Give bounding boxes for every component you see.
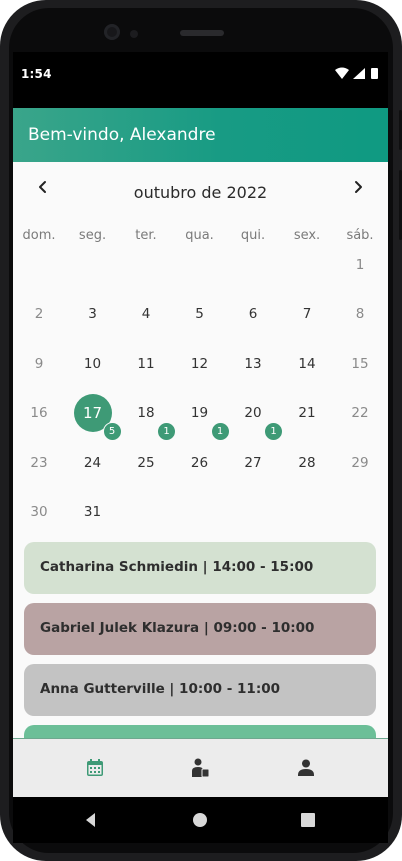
screen: 1:54 Bem-vindo, Alexandre outubro de 202… — [13, 52, 388, 797]
calendar-day[interactable]: 4 — [126, 294, 166, 334]
calendar-day[interactable]: 14 — [287, 344, 327, 384]
wifi-icon — [335, 67, 349, 79]
calendar-day[interactable]: 31 — [73, 492, 113, 532]
appointment-count-badge: 1 — [210, 422, 230, 441]
calendar-day[interactable]: 16 — [19, 393, 59, 433]
bottom-navigation — [13, 738, 388, 797]
appointment-card[interactable]: Catharina Schmiedin | 14:00 - 15:00 — [24, 542, 376, 594]
status-time: 1:54 — [21, 67, 52, 81]
cellular-signal-icon — [353, 68, 365, 79]
appointment-label: Catharina Schmiedin | 14:00 - 15:00 — [40, 559, 314, 575]
appointment-card[interactable]: Gabriel Julek Klazura | 09:00 - 10:00 — [24, 603, 376, 655]
calendar-day[interactable]: 29 — [340, 443, 380, 483]
main-content: outubro de 2022 dom. seg. ter. qua. qui.… — [13, 162, 388, 738]
weekday-label: sáb. — [346, 228, 374, 243]
appointment-label: Gabriel Julek Klazura | 09:00 - 10:00 — [40, 620, 315, 636]
appointment-card[interactable] — [24, 725, 376, 738]
calendar-day[interactable]: 10 — [73, 344, 113, 384]
appointment-card[interactable]: Anna Gutterville | 10:00 - 11:00 — [24, 664, 376, 716]
calendar-day[interactable]: 26 — [180, 443, 220, 483]
calendar-header: outubro de 2022 — [13, 162, 388, 210]
proximity-sensor — [130, 30, 138, 38]
weekday-label: dom. — [22, 228, 56, 243]
appointment-count-badge: 1 — [264, 422, 283, 441]
calendar-day[interactable]: 1 — [340, 245, 380, 285]
calendar-day[interactable]: 3 — [73, 294, 113, 334]
calendar-day[interactable]: 21 — [287, 393, 327, 433]
calendar-day[interactable]: 28 — [287, 443, 327, 483]
earpiece-speaker — [180, 30, 224, 36]
system-navigation-bar — [13, 797, 388, 843]
calendar-day[interactable]: 15 — [340, 344, 380, 384]
person-icon — [298, 759, 314, 776]
appointment-count-badge: 1 — [157, 422, 176, 441]
recents-icon[interactable] — [299, 811, 317, 829]
calendar-day[interactable]: 11 — [126, 344, 166, 384]
calendar-day[interactable]: 8 — [340, 294, 380, 334]
app-bar: Bem-vindo, Alexandre — [13, 108, 388, 162]
nav-patients-tab[interactable] — [189, 757, 211, 779]
weekday-label: seg. — [78, 228, 107, 243]
weekday-label: sex. — [293, 228, 321, 243]
nav-calendar-tab[interactable] — [84, 757, 106, 779]
weekday-label: ter. — [135, 228, 157, 243]
nav-profile-tab[interactable] — [295, 757, 317, 779]
next-month-button[interactable] — [347, 176, 369, 198]
calendar-day[interactable]: 5 — [180, 294, 220, 334]
calendar-day[interactable]: 2 — [19, 294, 59, 334]
battery-icon — [371, 68, 378, 79]
status-bar: 1:54 — [13, 52, 388, 108]
calendar-day[interactable]: 27 — [233, 443, 273, 483]
calendar-day[interactable]: 6 — [233, 294, 273, 334]
person-with-clipboard-icon — [192, 758, 210, 778]
calendar-day[interactable]: 30 — [19, 492, 59, 532]
appointment-label: Anna Gutterville | 10:00 - 11:00 — [40, 681, 281, 697]
weekday-label: qui. — [240, 228, 266, 243]
status-icons — [335, 67, 378, 79]
welcome-title: Bem-vindo, Alexandre — [28, 125, 216, 145]
home-icon[interactable] — [191, 811, 209, 829]
front-camera — [104, 24, 120, 40]
chevron-right-icon — [355, 181, 362, 193]
calendar-day[interactable]: 9 — [19, 344, 59, 384]
calendar-day[interactable]: 23 — [19, 443, 59, 483]
calendar-day[interactable]: 24 — [73, 443, 113, 483]
calendar-day[interactable]: 13 — [233, 344, 273, 384]
month-label: outubro de 2022 — [133, 183, 268, 202]
back-icon[interactable] — [82, 811, 100, 829]
calendar-day[interactable]: 7 — [287, 294, 327, 334]
calendar-day[interactable]: 12 — [180, 344, 220, 384]
calendar-day[interactable]: 22 — [340, 393, 380, 433]
calendar-day[interactable]: 25 — [126, 443, 166, 483]
weekday-label: qua. — [185, 228, 214, 243]
calendar-icon — [87, 759, 103, 776]
appointment-count-badge: 5 — [102, 422, 122, 441]
